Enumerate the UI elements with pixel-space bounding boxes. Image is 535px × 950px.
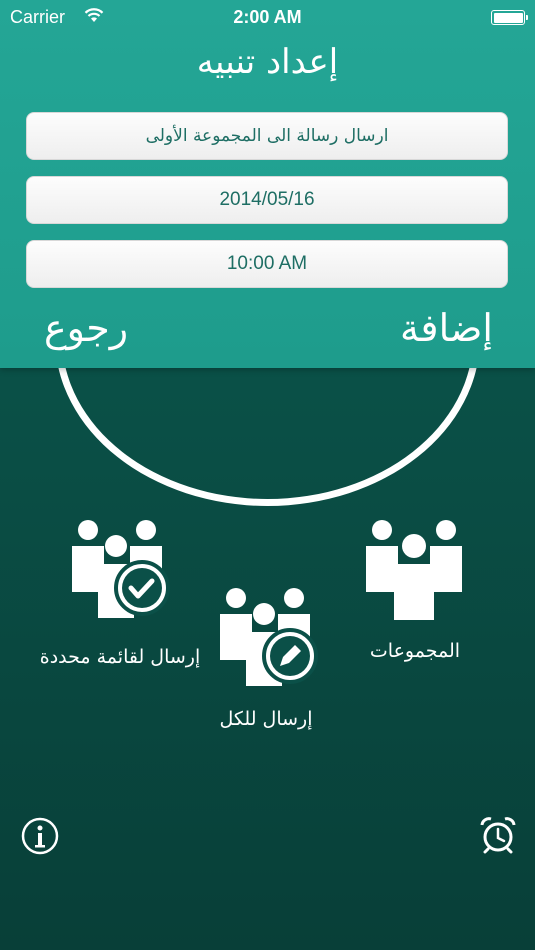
send-all-label: إرسال للكل: [219, 708, 313, 730]
date-field[interactable]: 2014/05/16: [26, 176, 508, 224]
header-panel: Carrier 2:00 AM إعداد تنبيه ارسال رسالة …: [0, 0, 535, 368]
message-field[interactable]: ارسال رسالة الى المجموعة الأولى: [26, 112, 508, 160]
time-field[interactable]: 10:00 AM: [26, 240, 508, 288]
info-icon: [21, 817, 59, 855]
send-list-button[interactable]: [68, 516, 174, 626]
groups-button[interactable]: [362, 516, 468, 626]
send-all-button[interactable]: [216, 584, 322, 694]
alarm-button[interactable]: [479, 816, 517, 858]
status-bar: Carrier 2:00 AM: [0, 0, 535, 36]
back-button[interactable]: رجوع: [44, 306, 128, 350]
group-edit-icon: [220, 588, 318, 686]
group-check-icon: [72, 520, 170, 618]
send-list-label: إرسال لقائمة محددة: [39, 646, 201, 668]
status-time: 2:00 AM: [233, 7, 302, 27]
battery-icon: [491, 10, 528, 25]
groups-label: المجموعات: [369, 640, 461, 662]
groups-icon: [366, 520, 462, 620]
add-button[interactable]: إضافة: [400, 306, 493, 350]
alarm-clock-icon: [480, 817, 516, 854]
page-title: إعداد تنبيه: [196, 42, 339, 82]
info-button[interactable]: [21, 817, 59, 859]
